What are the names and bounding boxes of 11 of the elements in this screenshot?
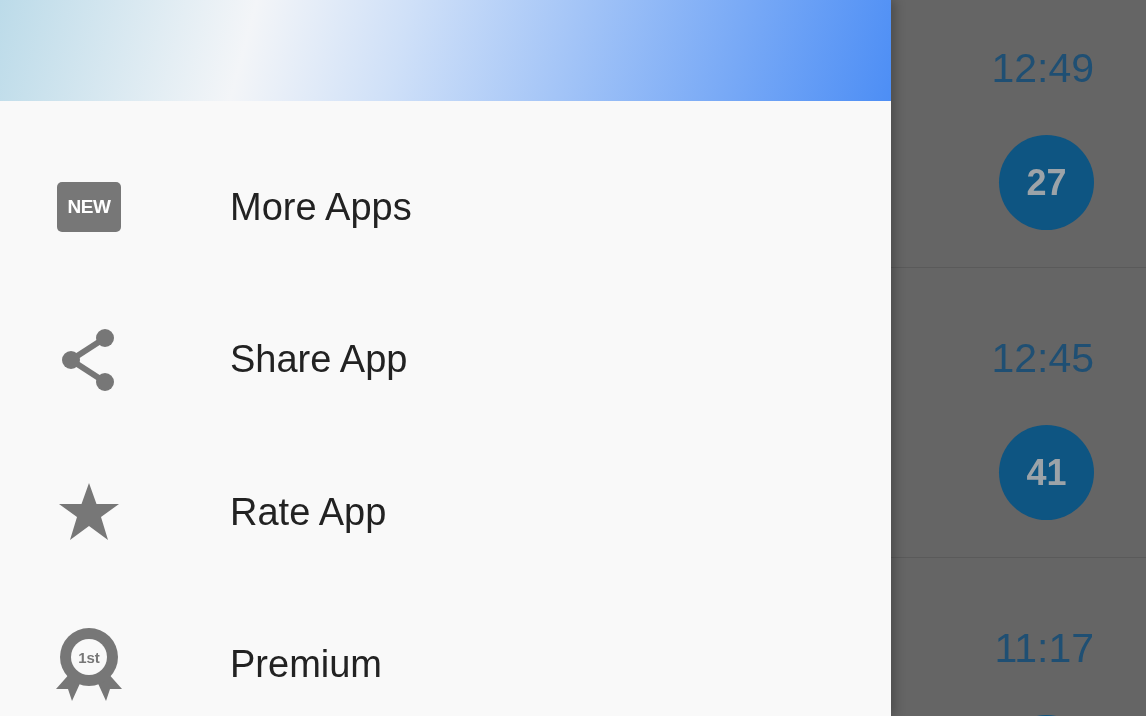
drawer-item[interactable]: Share App xyxy=(0,283,891,436)
count-badge: 27 xyxy=(999,135,1094,230)
drawer-item[interactable]: Rate App xyxy=(0,436,891,589)
star-icon xyxy=(58,483,120,542)
drawer-item[interactable]: 1st Premium xyxy=(0,588,891,716)
time-label: 12:45 xyxy=(991,334,1094,382)
count-badge: 41 xyxy=(999,425,1094,520)
new-badge-icon: NEW xyxy=(57,182,121,233)
time-label: 11:17 xyxy=(994,624,1094,672)
drawer-item[interactable]: NEW More Apps xyxy=(0,131,891,284)
time-label: 12:49 xyxy=(991,44,1094,92)
